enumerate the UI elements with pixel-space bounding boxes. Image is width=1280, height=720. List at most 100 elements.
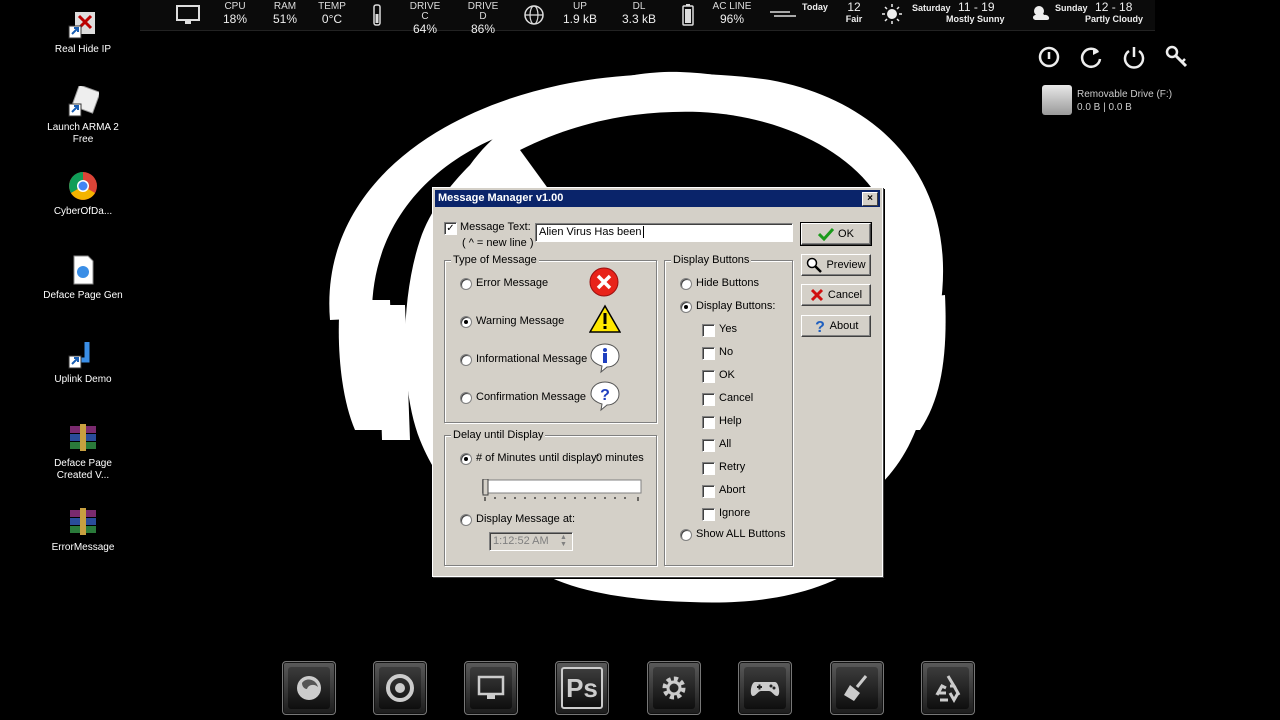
chrome-icon	[386, 674, 414, 702]
cancel-button[interactable]: Cancel	[801, 284, 871, 306]
dialog-title: Message Manager v1.00	[438, 192, 564, 204]
warning-icon	[589, 304, 621, 333]
close-button[interactable]: ×	[862, 192, 878, 206]
usb-drive-icon	[1042, 85, 1072, 115]
arma-icon	[67, 84, 101, 118]
desktop-icon-uplink-demo[interactable]: Uplink Demo	[40, 338, 126, 386]
about-button[interactable]: ? About	[801, 315, 871, 337]
gamepad-icon	[750, 682, 780, 696]
checkbox-yes[interactable]	[702, 324, 715, 337]
checkbox-abort[interactable]	[702, 485, 715, 498]
radio-hide-buttons[interactable]	[680, 278, 692, 290]
radio-display-buttons[interactable]	[680, 301, 692, 313]
dock-firefox[interactable]	[282, 661, 336, 715]
checkbox-retry[interactable]	[702, 462, 715, 475]
download-stat: DL 3.3 kB	[621, 1, 657, 26]
uplink-icon	[67, 338, 99, 370]
dock-photoshop[interactable]: Ps	[555, 661, 609, 715]
ac-line-stat: AC LINE 96%	[712, 1, 752, 26]
dock-computer[interactable]	[464, 661, 518, 715]
show-all-label: Show ALL Buttons	[696, 528, 786, 540]
radio-display-message-at[interactable]	[460, 514, 472, 526]
ok-label: OK	[719, 369, 735, 381]
checkbox-cancel[interactable]	[702, 393, 715, 406]
minutes-value: 0 minutes	[596, 452, 644, 464]
removable-drive-gadget[interactable]: Removable Drive (F:) 0.0 B | 0.0 B	[1042, 84, 1182, 116]
red-x-icon	[810, 288, 823, 302]
checkbox-no[interactable]	[702, 347, 715, 360]
checkbox-help[interactable]	[702, 416, 715, 429]
time-spinner[interactable]: ▲ ▼	[557, 534, 570, 549]
cancel-label: Cancel	[719, 392, 754, 404]
message-text-checkbox[interactable]: ✓	[444, 222, 457, 235]
radio-confirmation-message[interactable]	[460, 392, 472, 404]
checkbox-ok[interactable]	[702, 370, 715, 383]
winrar-archive-icon	[67, 506, 99, 538]
real-hide-ip-icon	[67, 8, 99, 40]
radio-error-message[interactable]	[460, 278, 472, 290]
preview-button[interactable]: Preview	[801, 254, 871, 276]
monitor-icon	[477, 675, 505, 699]
lock-key-icon[interactable]	[1164, 44, 1190, 70]
partly-cloudy-icon	[1033, 6, 1050, 20]
monitor-icon	[176, 5, 200, 24]
checkbox-ignore[interactable]	[702, 508, 715, 521]
radio-show-all-buttons[interactable]	[680, 529, 692, 541]
dock-cleaner[interactable]	[830, 661, 884, 715]
ok-button[interactable]: OK	[800, 222, 872, 246]
weather-today-temp: 12 Fair	[845, 0, 863, 24]
html-file-icon	[67, 254, 99, 286]
recycle-icon	[935, 675, 961, 703]
radio-minutes-until-display[interactable]	[460, 453, 472, 465]
upload-stat: UP 1.9 kB	[562, 1, 598, 26]
hide-buttons-label: Hide Buttons	[696, 277, 759, 289]
radio-warning-message[interactable]	[460, 316, 472, 328]
dock-recycle-bin[interactable]	[921, 661, 975, 715]
sun-icon	[882, 4, 902, 24]
type-of-message-title: Type of Message	[451, 254, 539, 266]
checkbox-all[interactable]	[702, 439, 715, 452]
desktop-icon-cyberofda[interactable]: CyberOfDa...	[40, 170, 126, 218]
error-icon	[589, 267, 619, 297]
radio-informational-message[interactable]	[460, 354, 472, 366]
shutdown-icon[interactable]	[1121, 44, 1147, 70]
minutes-slider[interactable]	[482, 479, 642, 503]
dialog-title-bar[interactable]: Message Manager v1.00 ×	[435, 190, 880, 207]
system-status-bar: CPU 18% RAM 51% TEMP 0°C DRIVE C 64% DRIVE D…	[140, 0, 1155, 36]
desktop-icon-real-hide-ip[interactable]: Real Hide IP	[40, 8, 126, 56]
dock-settings[interactable]	[647, 661, 701, 715]
drive-name: Removable Drive (F:)	[1077, 89, 1173, 100]
thermometer-icon	[373, 4, 381, 26]
desktop-icon-launch-arma[interactable]: Launch ARMA 2 Free	[40, 84, 126, 146]
info-icon	[590, 343, 620, 374]
globe-icon	[524, 5, 544, 25]
dock-chrome[interactable]	[373, 661, 427, 715]
desktop-icon-deface-page-gen[interactable]: Deface Page Gen	[40, 254, 126, 302]
desktop-icon-errormessage[interactable]: ErrorMessage	[40, 506, 126, 554]
svg-text:?: ?	[815, 319, 825, 334]
desktop-icon-deface-page-created[interactable]: Deface Page Created V...	[40, 422, 126, 482]
drive-usage: 0.0 B | 0.0 B	[1077, 102, 1132, 113]
ignore-label: Ignore	[719, 507, 751, 519]
message-text-input[interactable]: Alien Virus Has been	[535, 223, 793, 242]
all-label: All	[719, 438, 732, 450]
weather-today: Today	[802, 2, 828, 12]
confirmation-message-label: Confirmation Message	[476, 391, 587, 403]
warning-message-label: Warning Message	[476, 315, 565, 327]
drive-d-stat: DRIVE D 86%	[467, 1, 499, 36]
weather-saturday: Saturday 11 - 19 Mostly Sunny	[912, 0, 1005, 24]
display-buttons-label: Display Buttons:	[696, 300, 776, 312]
delay-group-title: Delay until Display	[451, 429, 546, 441]
minutes-label: # of Minutes until display:	[476, 452, 600, 464]
yes-label: Yes	[719, 323, 737, 335]
no-label: No	[719, 346, 734, 358]
informational-message-label: Informational Message	[476, 353, 588, 365]
restart-icon[interactable]	[1078, 44, 1104, 70]
info-power-icon[interactable]	[1036, 44, 1062, 70]
new-line-hint: ( ^ = new line )	[462, 237, 534, 249]
retry-label: Retry	[719, 461, 746, 473]
message-manager-dialog: Message Manager v1.00 × ✓ Message Text: …	[432, 187, 883, 577]
wind-icon	[770, 11, 796, 17]
checkmark-icon	[818, 227, 835, 241]
dock-games[interactable]	[738, 661, 792, 715]
